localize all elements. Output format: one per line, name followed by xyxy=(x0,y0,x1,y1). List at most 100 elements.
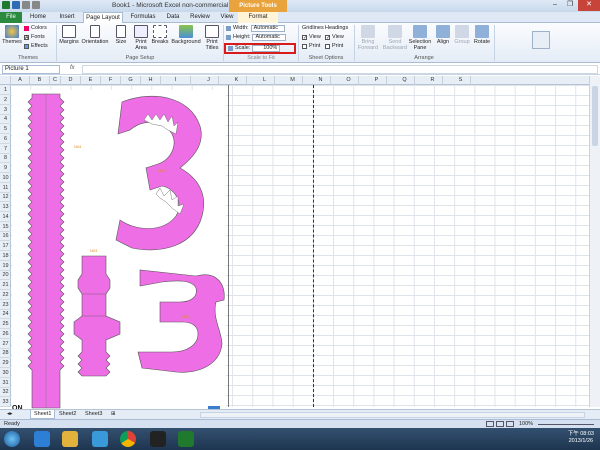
save-icon[interactable] xyxy=(12,1,20,9)
column-header-b[interactable]: B xyxy=(30,76,50,85)
colors-button[interactable]: Colors xyxy=(24,25,47,32)
gridlines-view-checkbox[interactable]: ✓ xyxy=(302,35,307,41)
column-header-a[interactable]: A xyxy=(11,76,30,85)
file-explorer-icon[interactable] xyxy=(62,431,78,447)
row-header-25[interactable]: 25 xyxy=(0,319,11,329)
row-header-14[interactable]: 14 xyxy=(0,212,11,222)
normal-view-icon[interactable] xyxy=(486,421,494,427)
vertical-scrollbar[interactable] xyxy=(589,76,600,407)
row-header-1[interactable]: 1 xyxy=(0,85,11,95)
tab-format[interactable]: Format xyxy=(238,12,278,23)
headings-print[interactable]: Print xyxy=(325,43,343,50)
gridlines-print-checkbox[interactable] xyxy=(302,44,307,49)
column-header-e[interactable]: E xyxy=(81,76,101,85)
print-area-button[interactable]: Print Area xyxy=(131,25,151,51)
row-header-13[interactable]: 13 xyxy=(0,202,11,212)
row-header-21[interactable]: 21 xyxy=(0,280,11,290)
maximize-button[interactable]: ❐ xyxy=(563,0,577,11)
scrollbar-thumb[interactable] xyxy=(592,86,598,146)
tab-view[interactable]: View xyxy=(216,12,238,23)
row-header-4[interactable]: 4 xyxy=(0,114,11,125)
gridlines-view[interactable]: ✓ View xyxy=(302,34,321,41)
row-header-16[interactable]: 16 xyxy=(0,231,11,242)
themes-button[interactable]: Themes xyxy=(2,25,22,45)
undo-icon[interactable] xyxy=(22,1,30,9)
tab-formulas[interactable]: Formulas xyxy=(126,12,160,23)
page-layout-view-icon[interactable] xyxy=(496,421,504,427)
breaks-button[interactable]: Breaks xyxy=(151,25,169,45)
sheet-tab-sheet1[interactable]: Sheet1 xyxy=(30,410,56,419)
row-header-11[interactable]: 11 xyxy=(0,183,11,193)
column-header-p[interactable]: P xyxy=(367,76,387,85)
column-header-l[interactable]: L xyxy=(255,76,275,85)
headings-view[interactable]: ✓ View xyxy=(325,34,344,41)
row-header-27[interactable]: 27 xyxy=(0,339,11,349)
row-header-33[interactable]: 33 xyxy=(0,397,11,407)
sheet-tab-sheet2[interactable]: Sheet2 xyxy=(56,410,79,419)
column-header-m[interactable]: M xyxy=(283,76,303,85)
media-app-icon[interactable] xyxy=(150,431,166,447)
zoom-level[interactable]: 100% xyxy=(519,421,533,427)
row-header-10[interactable]: 10 xyxy=(0,173,11,183)
row-header-7[interactable]: 7 xyxy=(0,144,11,154)
tab-page-layout[interactable]: Page Layout xyxy=(83,12,123,23)
print-titles-button[interactable]: Print Titles xyxy=(203,25,221,51)
effects-button[interactable]: Effects xyxy=(24,43,48,50)
zoom-slider[interactable] xyxy=(538,424,594,425)
papercraft-picture[interactable]: N04 N01 N03 N02 ON xyxy=(12,90,226,412)
size-button[interactable]: Size xyxy=(112,25,130,45)
horizontal-scrollbar[interactable] xyxy=(200,412,585,418)
tab-insert[interactable]: Insert xyxy=(54,12,80,23)
selection-pane-button[interactable]: Selection Pane xyxy=(408,25,432,51)
row-header-31[interactable]: 31 xyxy=(0,378,11,388)
tab-review[interactable]: Review xyxy=(186,12,214,23)
row-header-19[interactable]: 19 xyxy=(0,261,11,271)
width-select[interactable]: Automatic xyxy=(250,25,285,32)
tab-data[interactable]: Data xyxy=(162,12,184,23)
margins-button[interactable]: Margins xyxy=(58,25,80,45)
column-header-o[interactable]: O xyxy=(339,76,359,85)
page-break-view-icon[interactable] xyxy=(506,421,514,427)
column-header-i[interactable]: I xyxy=(161,76,191,85)
column-header-r[interactable]: R xyxy=(423,76,443,85)
row-header-29[interactable]: 29 xyxy=(0,358,11,368)
sheet-nav-icon[interactable]: ◂▸ xyxy=(4,410,16,419)
column-header-h[interactable]: H xyxy=(141,76,161,85)
row-header-18[interactable]: 18 xyxy=(0,251,11,261)
row-header-28[interactable]: 28 xyxy=(0,348,11,359)
row-header-32[interactable]: 32 xyxy=(0,387,11,398)
row-header-8[interactable]: 8 xyxy=(0,153,11,164)
internet-explorer-icon[interactable] xyxy=(34,431,50,447)
gridlines-print[interactable]: Print xyxy=(302,43,320,50)
orientation-button[interactable]: Orientation xyxy=(80,25,110,45)
name-box[interactable]: Picture 1 xyxy=(2,65,60,74)
formula-input[interactable] xyxy=(82,65,598,74)
scale-input[interactable]: 100% xyxy=(252,45,281,52)
column-header-k[interactable]: K xyxy=(227,76,247,85)
row-header-3[interactable]: 3 xyxy=(0,105,11,115)
row-header-17[interactable]: 17 xyxy=(0,241,11,251)
column-header-q[interactable]: Q xyxy=(395,76,415,85)
column-header-j[interactable]: J xyxy=(199,76,219,85)
row-header-26[interactable]: 26 xyxy=(0,329,11,339)
column-header-c[interactable]: C xyxy=(50,76,61,85)
column-header-s[interactable]: S xyxy=(451,76,471,85)
tab-file[interactable]: File xyxy=(0,12,22,23)
bring-forward-button[interactable]: Bring Forward xyxy=(356,25,380,51)
column-header-d[interactable]: D xyxy=(61,76,81,85)
align-button[interactable]: Align xyxy=(434,25,452,45)
chrome-icon[interactable] xyxy=(120,431,136,447)
new-sheet-icon[interactable]: ⊞ xyxy=(108,410,119,419)
fonts-button[interactable]: A Fonts xyxy=(24,34,45,41)
column-header-g[interactable]: G xyxy=(121,76,141,85)
redo-icon[interactable] xyxy=(32,1,40,9)
group-button[interactable]: Group xyxy=(453,25,471,45)
column-header-f[interactable]: F xyxy=(101,76,121,85)
headings-view-checkbox[interactable]: ✓ xyxy=(325,35,330,41)
fx-icon[interactable]: fx xyxy=(70,65,75,71)
system-clock[interactable]: 下午 08:03 2013/1/26 xyxy=(568,431,594,445)
row-header-2[interactable]: 2 xyxy=(0,95,11,105)
row-header-6[interactable]: 6 xyxy=(0,134,11,144)
row-header-20[interactable]: 20 xyxy=(0,270,11,281)
row-header-30[interactable]: 30 xyxy=(0,368,11,378)
